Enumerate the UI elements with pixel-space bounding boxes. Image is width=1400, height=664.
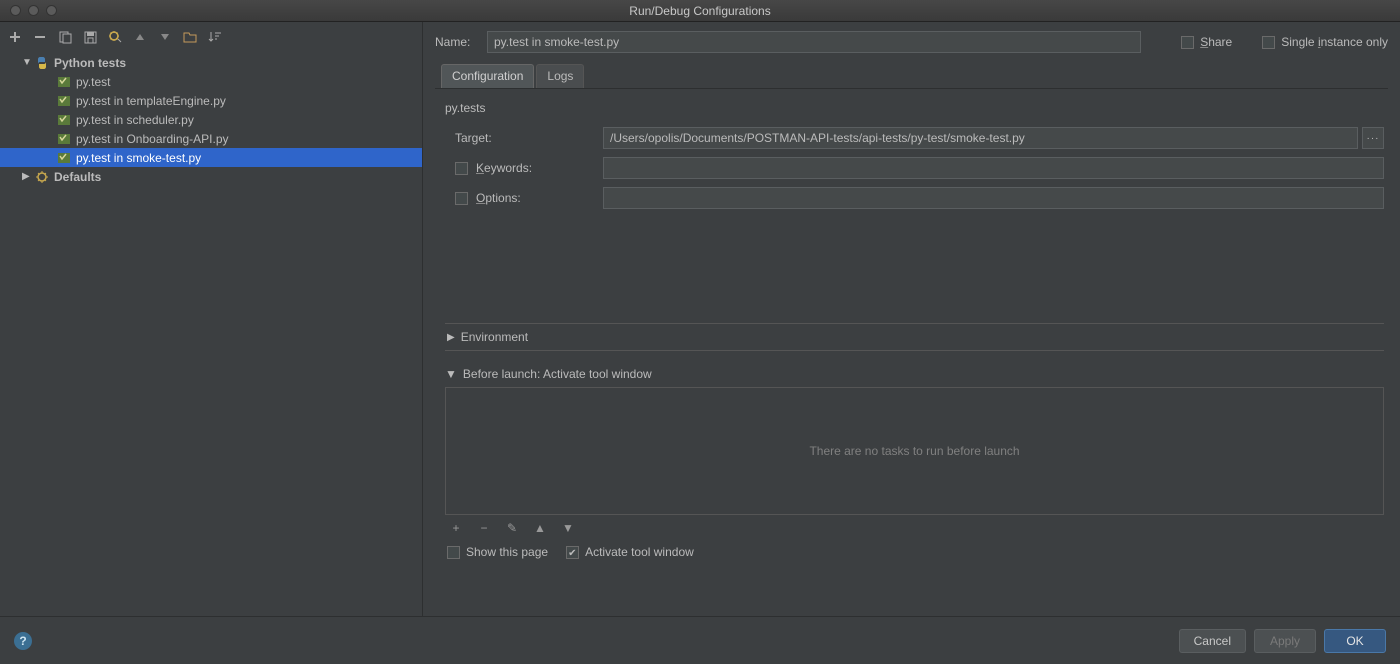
section-title: py.tests	[445, 97, 1384, 123]
single-instance-checkbox[interactable]: Single instance only	[1262, 35, 1388, 49]
sort-icon[interactable]	[208, 30, 222, 44]
tree-group-python-tests[interactable]: ▼ Python tests	[0, 53, 422, 72]
activate-tool-window-label: Activate tool window	[585, 545, 694, 559]
apply-button[interactable]: Apply	[1254, 629, 1316, 653]
target-label: Target:	[455, 131, 492, 145]
keywords-checkbox[interactable]	[455, 162, 468, 175]
titlebar: Run/Debug Configurations	[0, 0, 1400, 22]
run-debug-configurations-dialog: Run/Debug Configurations	[0, 0, 1400, 664]
move-task-down-icon[interactable]: ▼	[561, 521, 575, 535]
tree-item[interactable]: py.test in Onboarding-API.py	[0, 129, 422, 148]
options-input[interactable]	[603, 187, 1384, 209]
folder-icon[interactable]	[183, 30, 197, 44]
no-tasks-label: There are no tasks to run before launch	[809, 444, 1019, 458]
config-tabs: Configuration Logs	[435, 64, 1388, 89]
save-config-icon[interactable]	[83, 30, 97, 44]
before-launch-label: Before launch: Activate tool window	[463, 367, 652, 381]
tree-group-label: Defaults	[52, 170, 101, 184]
before-launch-tasks: There are no tasks to run before launch	[445, 387, 1384, 515]
keywords-input[interactable]	[603, 157, 1384, 179]
remove-task-icon[interactable]: −	[477, 521, 491, 535]
config-tree: ▼ Python tests py.test py.test in templa…	[0, 49, 422, 616]
tree-item-label: py.test in smoke-test.py	[74, 151, 201, 165]
pytest-icon	[56, 93, 72, 109]
add-config-icon[interactable]	[8, 30, 22, 44]
config-editor: Name: Share Single instance only Configu…	[423, 22, 1400, 616]
tree-item-selected[interactable]: py.test in smoke-test.py	[0, 148, 422, 167]
show-this-page-label: Show this page	[466, 545, 548, 559]
sidebar-toolbar	[0, 25, 422, 49]
window-title: Run/Debug Configurations	[0, 4, 1400, 18]
move-task-up-icon[interactable]: ▲	[533, 521, 547, 535]
activate-tool-window-checkbox[interactable]: Activate tool window	[566, 545, 694, 559]
tree-item[interactable]: py.test	[0, 72, 422, 91]
collapse-icon: ▶	[447, 332, 455, 343]
configurations-sidebar: ▼ Python tests py.test py.test in templa…	[0, 22, 423, 616]
tab-configuration[interactable]: Configuration	[441, 64, 534, 88]
tree-item-label: py.test	[74, 75, 110, 89]
copy-config-icon[interactable]	[58, 30, 72, 44]
options-label: Options:	[476, 191, 521, 205]
expand-icon[interactable]: ▶	[22, 171, 34, 182]
tree-item[interactable]: py.test in scheduler.py	[0, 110, 422, 129]
before-launch-header[interactable]: ▼ Before launch: Activate tool window	[445, 367, 1384, 381]
share-checkbox[interactable]: Share	[1181, 35, 1232, 49]
tab-logs[interactable]: Logs	[536, 64, 584, 88]
dialog-footer: ? Cancel Apply OK	[0, 616, 1400, 664]
environment-label: Environment	[461, 330, 528, 344]
tree-item-label: py.test in templateEngine.py	[74, 94, 226, 108]
keywords-label: Keywords:	[476, 161, 532, 175]
pytest-icon	[56, 150, 72, 166]
cancel-button[interactable]: Cancel	[1179, 629, 1246, 653]
help-button[interactable]: ?	[14, 632, 32, 650]
pytest-icon	[56, 112, 72, 128]
show-this-page-checkbox[interactable]: Show this page	[447, 545, 548, 559]
target-input[interactable]	[603, 127, 1358, 149]
tree-group-label: Python tests	[52, 56, 126, 70]
edit-defaults-icon[interactable]	[108, 30, 122, 44]
add-task-icon[interactable]: +	[449, 521, 463, 535]
defaults-icon	[34, 169, 50, 185]
python-icon	[34, 55, 50, 71]
tree-item-label: py.test in scheduler.py	[74, 113, 194, 127]
tree-item[interactable]: py.test in templateEngine.py	[0, 91, 422, 110]
move-down-icon[interactable]	[158, 30, 172, 44]
pytests-section: py.tests Target: ··· Keywords:	[435, 89, 1388, 563]
tree-item-label: py.test in Onboarding-API.py	[74, 132, 229, 146]
ok-button[interactable]: OK	[1324, 629, 1386, 653]
edit-task-icon[interactable]: ✎	[505, 521, 519, 535]
share-label: hare	[1208, 35, 1232, 49]
name-label: Name:	[435, 35, 477, 49]
options-checkbox[interactable]	[455, 192, 468, 205]
name-input[interactable]	[487, 31, 1141, 53]
pytest-icon	[56, 131, 72, 147]
remove-config-icon[interactable]	[33, 30, 47, 44]
environment-section-header[interactable]: ▶ Environment	[445, 323, 1384, 351]
browse-button[interactable]: ···	[1362, 127, 1384, 149]
move-up-icon[interactable]	[133, 30, 147, 44]
tasks-toolbar: + − ✎ ▲ ▼	[445, 515, 1384, 541]
collapse-icon: ▼	[445, 367, 457, 381]
expand-icon[interactable]: ▼	[22, 57, 34, 68]
pytest-icon	[56, 74, 72, 90]
tree-group-defaults[interactable]: ▶ Defaults	[0, 167, 422, 186]
